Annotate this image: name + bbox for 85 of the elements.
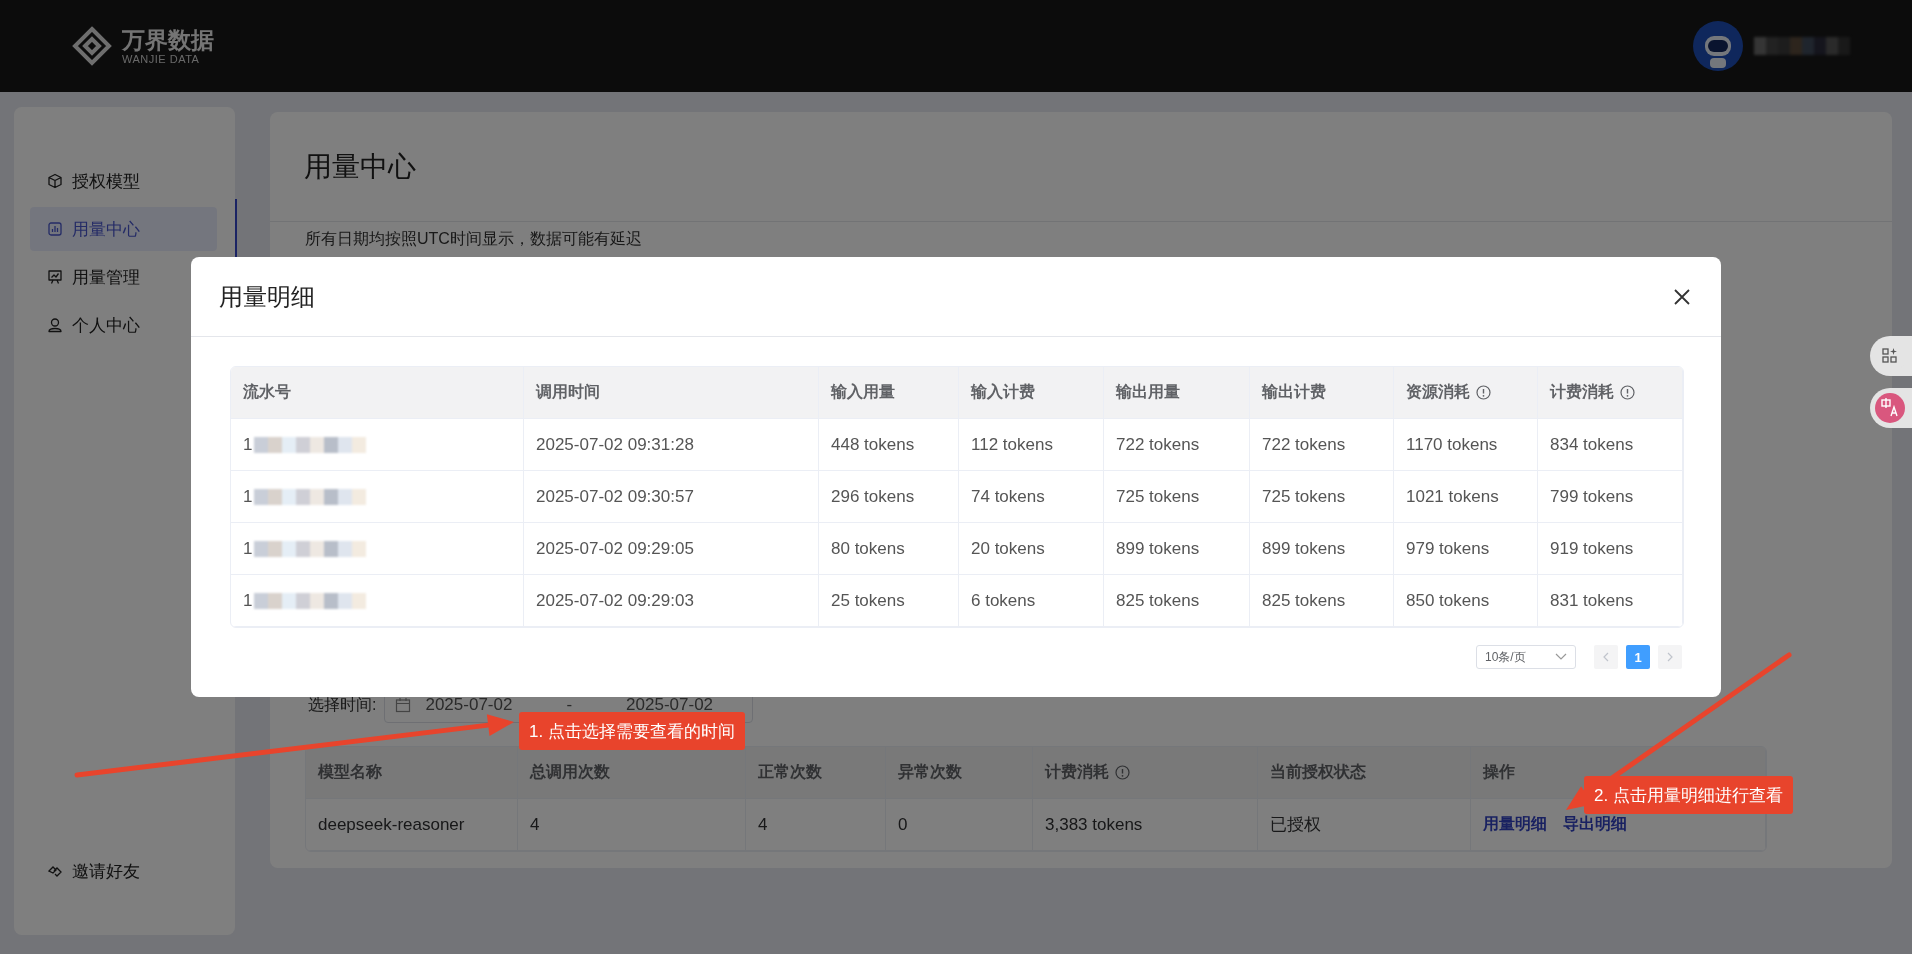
page-size-select[interactable]: 10条/页 <box>1476 645 1576 669</box>
table-cell: 825 tokens <box>1104 575 1250 627</box>
table-cell: 899 tokens <box>1250 523 1394 575</box>
table-cell: 已授权 <box>1258 799 1471 851</box>
calendar-icon <box>395 697 412 713</box>
column-header: 流水号 <box>243 382 291 402</box>
table-cell: 725 tokens <box>1104 471 1250 523</box>
column-header: 资源消耗 <box>1406 382 1470 402</box>
logo-icon <box>72 26 112 66</box>
invite-friends-link[interactable]: 邀请好友 <box>30 849 146 893</box>
table-cell: 722 tokens <box>1104 419 1250 471</box>
callout-label: 1. 点击选择需要查看的时间 <box>519 712 745 750</box>
active-indicator <box>235 199 237 257</box>
table-cell: 825 tokens <box>1250 575 1394 627</box>
table-cell: 834 tokens <box>1538 419 1683 471</box>
chevron-right-icon <box>1666 652 1674 662</box>
column-header: 调用时间 <box>536 382 600 402</box>
sidebar-item[interactable]: 授权模型 <box>30 159 146 203</box>
table-cell: 4 <box>518 799 746 851</box>
presentation-chart-icon <box>47 269 63 285</box>
table-cell: 80 tokens <box>819 523 959 575</box>
cube-icon <box>47 173 63 189</box>
table-cell: 296 tokens <box>819 471 959 523</box>
table-cell: 899 tokens <box>1104 523 1250 575</box>
table-cell: 850 tokens <box>1394 575 1538 627</box>
table-cell: 1021 tokens <box>1394 471 1538 523</box>
bar-chart-icon <box>47 221 63 237</box>
table-link[interactable]: 导出明细 <box>1563 814 1627 835</box>
sidebar-item[interactable]: 个人中心 <box>30 303 146 347</box>
column-header: 输出用量 <box>1116 382 1180 402</box>
table-cell: 2025-07-02 09:30:57 <box>524 471 819 523</box>
filter-label: 选择时间: <box>308 694 377 715</box>
table-cell: 722 tokens <box>1250 419 1394 471</box>
column-header: 模型名称 <box>318 762 382 782</box>
table-cell: 831 tokens <box>1538 575 1683 627</box>
table-cell: 799 tokens <box>1538 471 1683 523</box>
table-cell: 1 <box>243 486 253 507</box>
dialog-title: 用量明细 <box>219 281 315 312</box>
table-cell: 20 tokens <box>959 523 1104 575</box>
table-cell: 4 <box>746 799 886 851</box>
table-cell: 1170 tokens <box>1394 419 1538 471</box>
table-cell: 725 tokens <box>1250 471 1394 523</box>
page-button[interactable]: 1 <box>1626 645 1650 669</box>
column-header: 计费消耗 <box>1045 762 1109 782</box>
column-header: 输入用量 <box>831 382 895 402</box>
table-cell: 3,383 tokens <box>1033 799 1258 851</box>
translate-icon[interactable] <box>1874 392 1906 424</box>
table-cell: 448 tokens <box>819 419 959 471</box>
table-cell: 2025-07-02 09:29:03 <box>524 575 819 627</box>
table-cell: 112 tokens <box>959 419 1104 471</box>
page-title: 用量中心 <box>304 149 416 184</box>
chevron-left-icon <box>1602 652 1610 662</box>
table-cell: 2025-07-02 09:29:05 <box>524 523 819 575</box>
table-cell: 2025-07-02 09:31:28 <box>524 419 819 471</box>
info-icon <box>1476 385 1491 400</box>
user-icon <box>47 317 63 333</box>
table-cell: 919 tokens <box>1538 523 1683 575</box>
column-header: 异常次数 <box>898 762 962 782</box>
chevron-down-icon <box>1555 653 1567 661</box>
sidebar-item[interactable]: 用量管理 <box>30 255 146 299</box>
info-icon <box>1115 765 1130 780</box>
table-cell: 1 <box>243 434 253 455</box>
table-link[interactable]: 用量明细 <box>1483 814 1547 835</box>
column-header: 输出计费 <box>1262 382 1326 402</box>
table-cell: 979 tokens <box>1394 523 1538 575</box>
column-header: 当前授权状态 <box>1270 762 1366 782</box>
notice-text: 所有日期均按照UTC时间显示，数据可能有延迟 <box>305 230 643 248</box>
close-icon[interactable] <box>1673 287 1691 306</box>
sidebar-item[interactable]: 用量中心 <box>30 207 217 251</box>
table-cell: 1 <box>243 590 253 611</box>
column-header: 计费消耗 <box>1550 382 1614 402</box>
logo-title: 万界数据 <box>122 27 214 53</box>
info-icon <box>1620 385 1635 400</box>
table-cell: 25 tokens <box>819 575 959 627</box>
table-cell: 0 <box>886 799 1033 851</box>
logo-subtitle: WANJIE DATA <box>122 53 201 65</box>
avatar[interactable] <box>1692 20 1744 72</box>
column-header: 操作 <box>1483 762 1515 782</box>
table-cell: 1 <box>243 538 253 559</box>
column-header: 输入计费 <box>971 382 1035 402</box>
table-cell: 6 tokens <box>959 575 1104 627</box>
column-header: 正常次数 <box>758 762 822 782</box>
column-header: 总调用次数 <box>530 762 610 782</box>
table-cell: deepseek-reasoner <box>306 799 518 851</box>
table-cell: 74 tokens <box>959 471 1104 523</box>
